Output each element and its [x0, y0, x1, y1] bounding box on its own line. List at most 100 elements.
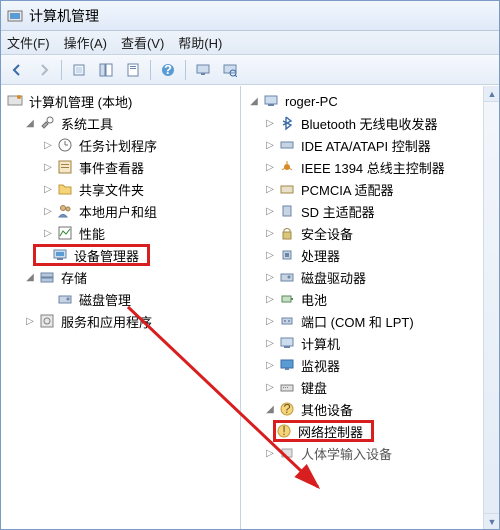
collapse-icon[interactable]: ◢: [23, 116, 37, 130]
expand-icon[interactable]: ▷: [263, 204, 277, 218]
event-viewer-icon: [57, 159, 73, 175]
tree-event-viewer[interactable]: ▷ 事件查看器: [3, 156, 238, 178]
back-button[interactable]: [5, 58, 29, 82]
tree-label: 设备管理器: [72, 246, 141, 265]
device-disk-drives[interactable]: ▷ 磁盘驱动器: [243, 266, 497, 288]
device-bluetooth[interactable]: ▷Bluetooth 无线电收发器: [243, 112, 497, 134]
tree-local-users[interactable]: ▷ 本地用户和组: [3, 200, 238, 222]
menu-view[interactable]: 查看(V): [121, 33, 164, 52]
tree-label: 性能: [77, 224, 107, 243]
expand-icon[interactable]: ▷: [263, 380, 277, 394]
expand-icon[interactable]: ▷: [263, 160, 277, 174]
tree-label: 任务计划程序: [77, 136, 159, 155]
tree-label: 人体学输入设备: [299, 444, 394, 463]
expand-icon[interactable]: ▷: [41, 182, 55, 196]
tree-label: 其他设备: [299, 400, 355, 419]
scrollbar[interactable]: ▲ ▼: [483, 86, 499, 529]
device-other[interactable]: ◢?其他设备: [243, 398, 497, 420]
tree-label: roger-PC: [283, 94, 340, 109]
expand-icon[interactable]: ▷: [263, 314, 277, 328]
device-monitor[interactable]: ▷监视器: [243, 354, 497, 376]
expand-icon[interactable]: ▷: [263, 248, 277, 262]
up-button[interactable]: [67, 58, 91, 82]
unknown-device-icon: !: [276, 423, 292, 439]
scroll-down-arrow[interactable]: ▼: [484, 513, 499, 529]
firewire-icon: [279, 159, 295, 175]
tree-label: 计算机: [299, 334, 342, 353]
expand-icon[interactable]: ▷: [263, 182, 277, 196]
device-root[interactable]: ◢ roger-PC: [243, 90, 497, 112]
help-button[interactable]: ?: [156, 58, 180, 82]
tree-label: 计算机管理 (本地): [27, 92, 134, 111]
security-icon: [279, 225, 295, 241]
expand-icon[interactable]: ▷: [263, 292, 277, 306]
menu-help[interactable]: 帮助(H): [178, 33, 222, 52]
tree-storage[interactable]: ◢ 存储: [3, 266, 238, 288]
tree-root-local[interactable]: 计算机管理 (本地): [3, 90, 238, 112]
disk-icon: [57, 291, 73, 307]
other-device-icon: ?: [279, 401, 295, 417]
expand-icon[interactable]: ▷: [23, 314, 37, 328]
window-title: 计算机管理: [29, 6, 99, 26]
device-network-controller[interactable]: ! 网络控制器: [276, 422, 365, 441]
expand-icon[interactable]: ▷: [263, 226, 277, 240]
expand-icon[interactable]: ▷: [41, 204, 55, 218]
device-hid[interactable]: ▷ 人体学输入设备: [243, 442, 497, 464]
toolbar: ?: [1, 55, 499, 85]
device-pcmcia[interactable]: ▷PCMCIA 适配器: [243, 178, 497, 200]
expand-icon[interactable]: ▷: [263, 336, 277, 350]
tree-system-tools[interactable]: ◢ 系统工具: [3, 112, 238, 134]
tree-disk-management[interactable]: 磁盘管理: [3, 288, 238, 310]
users-icon: [57, 203, 73, 219]
collapse-icon[interactable]: ◢: [23, 270, 37, 284]
tree-device-manager[interactable]: 设备管理器: [36, 246, 141, 265]
tree-performance[interactable]: ▷ 性能: [3, 222, 238, 244]
tree-services-apps[interactable]: ▷ 服务和应用程序: [3, 310, 238, 332]
device-security[interactable]: ▷安全设备: [243, 222, 497, 244]
tree-label: 网络控制器: [296, 422, 365, 441]
scan-button[interactable]: [218, 58, 242, 82]
expand-icon[interactable]: ▷: [263, 138, 277, 152]
menu-file[interactable]: 文件(F): [7, 33, 50, 52]
menu-action[interactable]: 操作(A): [64, 33, 107, 52]
tree-label: IDE ATA/ATAPI 控制器: [299, 136, 433, 155]
left-tree: 计算机管理 (本地) ◢ 系统工具 ▷ 任务计划程序 ▷ 事件查看器: [1, 86, 240, 336]
disk-drive-icon: [279, 269, 295, 285]
device-ieee1394[interactable]: ▷IEEE 1394 总线主控制器: [243, 156, 497, 178]
expand-icon[interactable]: ▷: [41, 160, 55, 174]
console-tree-button[interactable]: [94, 58, 118, 82]
properties-button[interactable]: [121, 58, 145, 82]
tree-task-scheduler[interactable]: ▷ 任务计划程序: [3, 134, 238, 156]
app-icon: [7, 8, 23, 24]
device-keyboard[interactable]: ▷键盘: [243, 376, 497, 398]
device-computer-node[interactable]: ▷ 计算机: [243, 332, 497, 354]
monitor-icon-button[interactable]: [191, 58, 215, 82]
scroll-up-arrow[interactable]: ▲: [484, 86, 499, 102]
device-ide[interactable]: ▷ IDE ATA/ATAPI 控制器: [243, 134, 497, 156]
computer-management-window: 计算机管理 文件(F) 操作(A) 查看(V) 帮助(H) ? 计算机管理 (本…: [0, 0, 500, 530]
expand-icon[interactable]: ▷: [41, 226, 55, 240]
tree-label: 端口 (COM 和 LPT): [299, 312, 416, 331]
device-cpu[interactable]: ▷处理器: [243, 244, 497, 266]
expand-icon[interactable]: ▷: [263, 358, 277, 372]
device-ports[interactable]: ▷ 端口 (COM 和 LPT): [243, 310, 497, 332]
expand-icon[interactable]: ▷: [263, 446, 277, 460]
separator: [150, 60, 151, 80]
expand-icon[interactable]: ▷: [263, 116, 277, 130]
device-manager-icon: [52, 247, 68, 263]
expand-icon[interactable]: ▷: [41, 138, 55, 152]
collapse-icon[interactable]: ◢: [263, 402, 277, 416]
tree-label: 存储: [59, 268, 89, 287]
tree-label: 磁盘驱动器: [299, 268, 368, 287]
right-tree: ◢ roger-PC ▷Bluetooth 无线电收发器 ▷ IDE ATA/AT…: [241, 86, 499, 468]
device-sd[interactable]: ▷SD 主适配器: [243, 200, 497, 222]
tree-label: 系统工具: [59, 114, 115, 133]
collapse-icon[interactable]: ◢: [247, 94, 261, 108]
tree-label: 服务和应用程序: [59, 312, 154, 331]
forward-button[interactable]: [32, 58, 56, 82]
cpu-icon: [279, 247, 295, 263]
shared-folder-icon: [57, 181, 73, 197]
expand-icon[interactable]: ▷: [263, 270, 277, 284]
device-battery[interactable]: ▷电池: [243, 288, 497, 310]
tree-shared-folders[interactable]: ▷ 共享文件夹: [3, 178, 238, 200]
